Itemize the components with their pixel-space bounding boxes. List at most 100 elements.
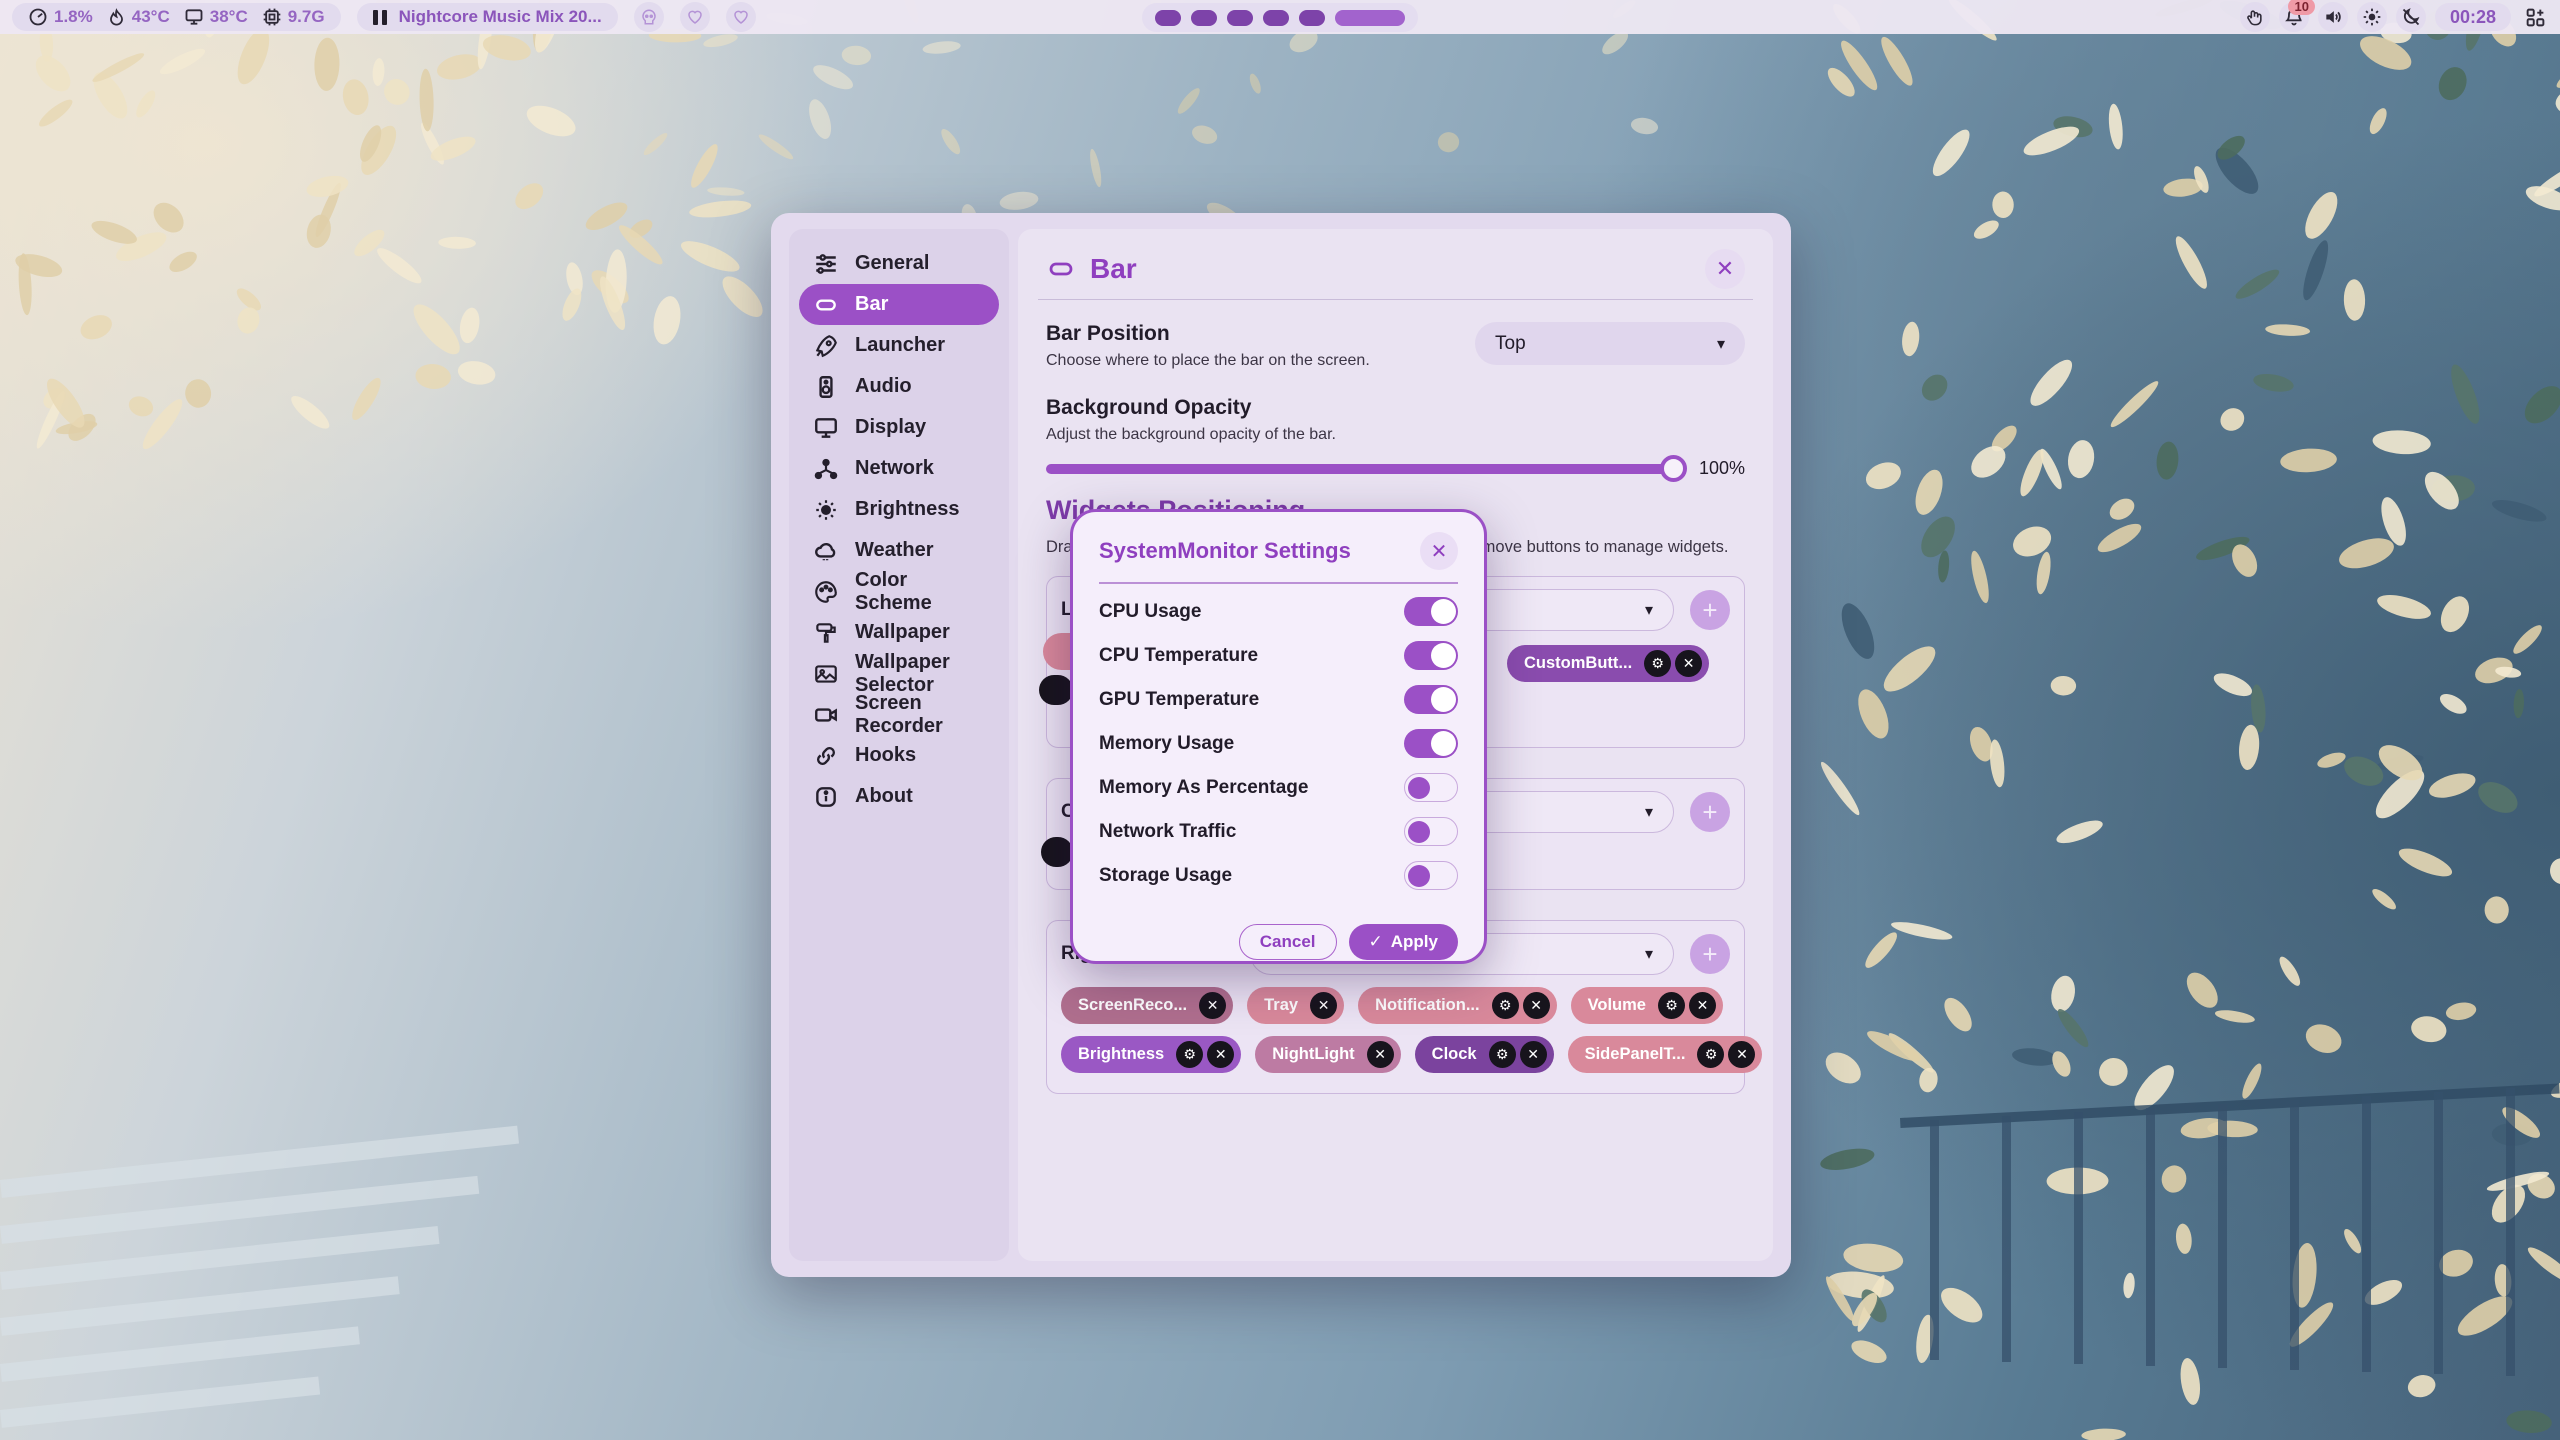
- partial-hidden-chip[interactable]: [1041, 837, 1073, 867]
- plus-icon: +: [1702, 939, 1717, 970]
- memory-as-percentage-toggle[interactable]: [1404, 773, 1458, 802]
- cpu-temperature-toggle[interactable]: [1404, 641, 1458, 670]
- system-monitor-settings-modal: SystemMonitor Settings ✕ CPU Usage CPU T…: [1070, 509, 1487, 964]
- sidebar-item-hooks[interactable]: Hooks: [799, 735, 999, 776]
- storage-usage-toggle[interactable]: [1404, 861, 1458, 890]
- overview-button[interactable]: [2520, 2, 2550, 32]
- widget-chip[interactable]: Brightness ⚙ ✕: [1061, 1036, 1241, 1073]
- clock-widget[interactable]: 00:28: [2435, 3, 2511, 31]
- apply-button[interactable]: ✓ Apply: [1349, 924, 1458, 960]
- close-icon: ✕: [1318, 997, 1330, 1014]
- widget-remove-button[interactable]: ✕: [1689, 992, 1716, 1019]
- workspace-dot[interactable]: [1191, 10, 1217, 26]
- cancel-button-label: Cancel: [1260, 932, 1316, 952]
- sidebar-item-network[interactable]: Network: [799, 448, 999, 489]
- cpu-temp-value: 43°C: [132, 7, 170, 27]
- workspaces-indicator: [1142, 3, 1418, 32]
- widget-chip[interactable]: CustomButt... ⚙ ✕: [1507, 645, 1709, 682]
- workspace-dot[interactable]: [1299, 10, 1325, 26]
- monitor-icon: [813, 415, 839, 441]
- tray-app-button[interactable]: [2240, 2, 2270, 32]
- close-icon: ✕: [1215, 1046, 1227, 1063]
- overview-icon: [2525, 7, 2546, 28]
- night-light-button[interactable]: [2396, 2, 2426, 32]
- cpu-usage-toggle[interactable]: [1404, 597, 1458, 626]
- close-window-button[interactable]: ✕: [1705, 249, 1745, 289]
- background-opacity-label: Background Opacity: [1046, 396, 1745, 420]
- widget-chip[interactable]: Tray ✕: [1247, 987, 1344, 1024]
- background-opacity-setting: Background Opacity Adjust the background…: [1046, 396, 1745, 479]
- widget-chip[interactable]: Clock ⚙ ✕: [1415, 1036, 1554, 1073]
- workspace-dot[interactable]: [1263, 10, 1289, 26]
- sidebar-item-about[interactable]: About: [799, 776, 999, 817]
- sidebar-item-label: General: [855, 252, 929, 275]
- widget-chip[interactable]: SidePanelT... ⚙ ✕: [1568, 1036, 1763, 1073]
- sidebar-item-wallpaper[interactable]: Wallpaper: [799, 612, 999, 653]
- widget-remove-button[interactable]: ✕: [1310, 992, 1337, 1019]
- divider: [1099, 582, 1458, 584]
- info-icon: [813, 784, 839, 810]
- modal-close-button[interactable]: ✕: [1420, 532, 1458, 570]
- widget-settings-button[interactable]: ⚙: [1176, 1041, 1203, 1068]
- widget-chip-label: Brightness: [1078, 1045, 1164, 1064]
- widget-chip[interactable]: Notification... ⚙ ✕: [1358, 987, 1557, 1024]
- sidebar-item-label: Brightness: [855, 498, 959, 521]
- toggle-knob: [1431, 643, 1456, 668]
- cancel-button[interactable]: Cancel: [1239, 924, 1337, 960]
- widget-remove-button[interactable]: ✕: [1199, 992, 1226, 1019]
- gpu-temperature-toggle[interactable]: [1404, 685, 1458, 714]
- workspace-dot[interactable]: [1155, 10, 1181, 26]
- sidebar-item-screen-recorder[interactable]: Screen Recorder: [799, 694, 999, 735]
- sidebar-item-wallpaper-selector[interactable]: Wallpaper Selector: [799, 653, 999, 694]
- widget-remove-button[interactable]: ✕: [1728, 1041, 1755, 1068]
- widget-remove-button[interactable]: ✕: [1207, 1041, 1234, 1068]
- sidebar-item-launcher[interactable]: Launcher: [799, 325, 999, 366]
- widget-remove-button[interactable]: ✕: [1367, 1041, 1394, 1068]
- widget-remove-button[interactable]: ✕: [1520, 1041, 1547, 1068]
- bar-position-dropdown[interactable]: Top ▾: [1475, 322, 1745, 365]
- sidebar-item-label: Screen Recorder: [855, 692, 985, 738]
- notification-count-badge: 10: [2288, 0, 2314, 15]
- background-opacity-slider[interactable]: [1046, 464, 1683, 474]
- center-add-widget-button[interactable]: +: [1690, 792, 1730, 832]
- sidebar-item-audio[interactable]: Audio: [799, 366, 999, 407]
- heart-icon-button[interactable]: [726, 2, 756, 32]
- widget-chip-label: CustomButt...: [1524, 654, 1632, 673]
- settings-sidebar: General Bar Launcher Audio Display Netwo…: [789, 229, 1009, 1261]
- cpu-temp-stat: 43°C: [107, 7, 170, 27]
- media-player-widget[interactable]: Nightcore Music Mix 20...: [357, 3, 618, 31]
- brightness-button[interactable]: [2357, 2, 2387, 32]
- widget-chip[interactable]: NightLight ✕: [1255, 1036, 1400, 1073]
- sidebar-item-color-scheme[interactable]: Color Scheme: [799, 571, 999, 612]
- right-add-widget-button[interactable]: +: [1690, 934, 1730, 974]
- widget-settings-button[interactable]: ⚙: [1492, 992, 1519, 1019]
- sidebar-item-bar[interactable]: Bar: [799, 284, 999, 325]
- notifications-button[interactable]: 10: [2279, 2, 2309, 32]
- background-opacity-value: 100%: [1699, 458, 1745, 479]
- sidebar-item-brightness[interactable]: Brightness: [799, 489, 999, 530]
- gear-icon: ⚙: [1183, 1046, 1196, 1063]
- widget-settings-button[interactable]: ⚙: [1658, 992, 1685, 1019]
- skull-icon-button[interactable]: [634, 2, 664, 32]
- widget-settings-button[interactable]: ⚙: [1644, 650, 1671, 677]
- toggle-label: CPU Usage: [1099, 601, 1201, 623]
- workspace-dot[interactable]: [1227, 10, 1253, 26]
- volume-button[interactable]: [2318, 2, 2348, 32]
- widget-settings-button[interactable]: ⚙: [1697, 1041, 1724, 1068]
- partial-hidden-chip[interactable]: [1039, 675, 1073, 705]
- widget-remove-button[interactable]: ✕: [1523, 992, 1550, 1019]
- widget-chip[interactable]: Volume ⚙ ✕: [1571, 987, 1723, 1024]
- widget-settings-button[interactable]: ⚙: [1489, 1041, 1516, 1068]
- slider-handle[interactable]: [1660, 455, 1687, 482]
- sidebar-item-weather[interactable]: Weather: [799, 530, 999, 571]
- widget-remove-button[interactable]: ✕: [1675, 650, 1702, 677]
- memory-usage-toggle[interactable]: [1404, 729, 1458, 758]
- workspace-active[interactable]: [1335, 10, 1405, 26]
- sidebar-item-general[interactable]: General: [799, 243, 999, 284]
- sidebar-item-display[interactable]: Display: [799, 407, 999, 448]
- system-stats-pill[interactable]: 1.8% 43°C 38°C 9.7G: [12, 3, 341, 31]
- widget-chip[interactable]: ScreenReco... ✕: [1061, 987, 1233, 1024]
- left-add-widget-button[interactable]: +: [1690, 590, 1730, 630]
- network-traffic-toggle[interactable]: [1404, 817, 1458, 846]
- heart-icon-button[interactable]: [680, 2, 710, 32]
